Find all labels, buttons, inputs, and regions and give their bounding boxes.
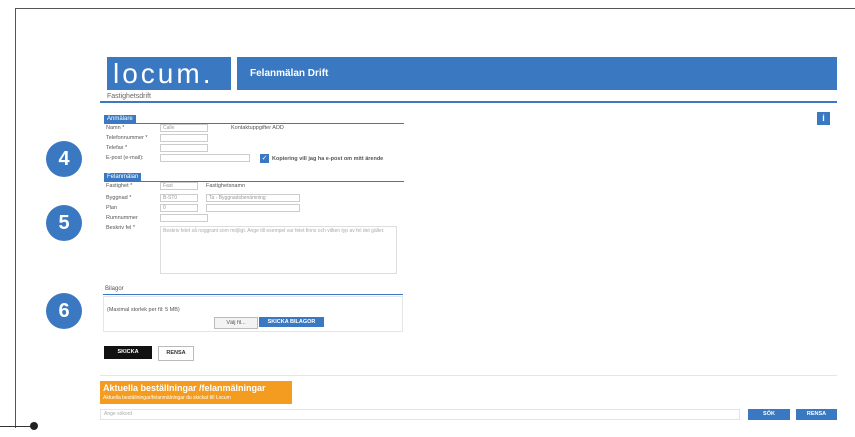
attachments-note: (Maximal storlek per fil: 5 MB) (107, 307, 180, 313)
floor-select[interactable]: 0 (160, 204, 198, 212)
building-extra-field: Ta - Byggnadsbenämning (206, 194, 300, 202)
orders-subtitle: Aktuella beställningar/felanmälningar du… (103, 395, 231, 401)
choose-file-button[interactable]: Välj fil... (214, 317, 258, 329)
floor-label: Plan (106, 205, 118, 211)
attachments-rule (103, 294, 403, 295)
floor-extra-field (206, 204, 300, 212)
name-field[interactable]: Calle (160, 124, 208, 132)
room-select[interactable] (160, 214, 208, 222)
search-clear-button[interactable]: RENSA (796, 409, 837, 420)
phone-field[interactable] (160, 134, 208, 142)
report-section-title: Felanmälan (104, 173, 142, 181)
description-placeholder: Beskriv felet så noggrant som möjligt. A… (163, 228, 385, 234)
frame-left-border (15, 8, 16, 428)
property-extra-text: Fastighetsnamn (206, 183, 246, 189)
phone-label: Telefonnummer * (106, 135, 148, 141)
orders-search-input[interactable]: Ange sökord (100, 409, 740, 420)
email-label: E-post (e-mail): (106, 155, 144, 161)
building-select[interactable]: B-ST0 (160, 194, 198, 202)
report-section-rule (104, 181, 404, 182)
building-label: Byggnad * (106, 195, 132, 201)
locum-logo: locum. (107, 57, 231, 90)
annotation-pointer-dot (30, 422, 38, 430)
bottom-divider (100, 375, 837, 376)
step-badge-4: 4 (46, 141, 82, 177)
attachments-title: Bilagor (105, 286, 124, 292)
contact-section-rule (104, 123, 404, 124)
fax-label: Telefax * (106, 145, 128, 151)
fax-field[interactable] (160, 144, 208, 152)
logo-subtitle: Fastighetsdrift (107, 93, 151, 100)
clear-form-button[interactable]: RENSA (158, 346, 194, 361)
send-attachments-button[interactable]: SKICKA BILAGOR (259, 317, 324, 327)
name-extra-text: Kontaktuppgifter ADD (231, 125, 284, 131)
contact-section-title: Anmälare (104, 115, 136, 123)
annotation-pointer-line (0, 426, 32, 427)
submit-button[interactable]: SKICKA (104, 346, 152, 359)
header-divider (100, 101, 837, 103)
orders-title: Aktuella beställningar /felanmälningar (103, 383, 266, 393)
frame-top-border (15, 8, 855, 9)
step-badge-6: 6 (46, 293, 82, 329)
room-label: Rumnummer (106, 215, 138, 221)
description-label: Beskriv fel * (106, 225, 136, 231)
search-button[interactable]: SÖK (748, 409, 790, 420)
info-icon[interactable]: i (817, 112, 830, 125)
email-field[interactable] (160, 154, 250, 162)
step-badge-5: 5 (46, 205, 82, 241)
copy-email-checkbox[interactable]: ✓ (260, 154, 269, 163)
page-title: Felanmälan Drift (250, 68, 329, 79)
name-label: Namn * (106, 125, 125, 131)
property-field[interactable]: Fast (160, 182, 198, 190)
property-label: Fastighet * (106, 183, 133, 189)
copy-email-label: Kopiering vill jag ha e-post om mitt äre… (272, 156, 384, 162)
